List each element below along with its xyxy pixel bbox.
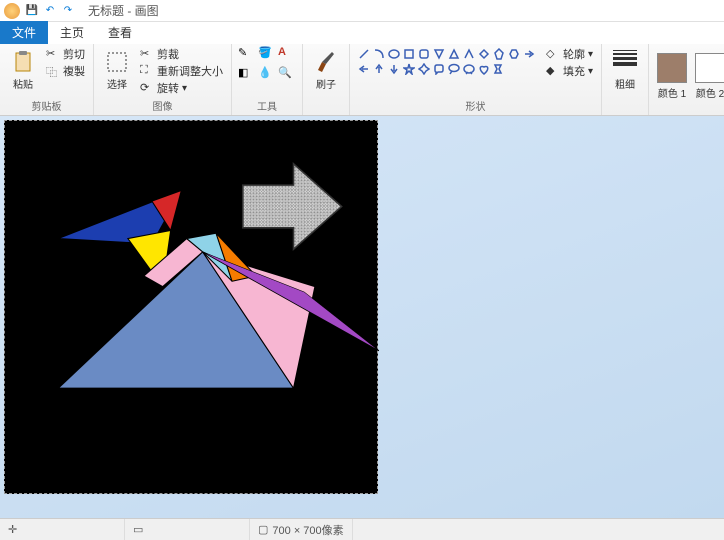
pencil-tool-icon[interactable]: ✎ [238, 46, 256, 64]
group-label-shapes: 形状 [466, 96, 486, 113]
cut-button[interactable]: ✂剪切 [44, 46, 87, 62]
ribbon-tabs: 文件 主页 查看 [0, 22, 724, 44]
group-label-clipboard: 剪贴板 [32, 96, 62, 113]
redo-icon[interactable]: ↷ [60, 3, 76, 19]
text-tool-icon[interactable]: A [278, 46, 296, 64]
select-button[interactable]: 选择 [100, 46, 134, 91]
selection-icon: ▭ [133, 523, 143, 536]
app-icon [4, 3, 20, 19]
save-icon[interactable]: 💾 [24, 3, 40, 19]
undo-icon[interactable]: ↶ [42, 3, 58, 19]
drawing-content [5, 121, 379, 495]
group-shapes: ◇轮廓▾ ◆填充▾ 形状 [350, 44, 602, 115]
rotate-button[interactable]: ⟳旋转▾ [138, 80, 225, 96]
group-image: 选择 ✂剪裁 ⛶重新调整大小 ⟳旋转▾ 图像 [94, 44, 232, 115]
group-clipboard: 粘贴 ✂剪切 ⿻複製 剪贴板 [0, 44, 94, 115]
size-button[interactable]: 粗细 [608, 46, 642, 91]
group-colors: 颜色 1 颜色 2 编辑颜色 💎 使用画图 3D 进行编辑 i 产品提醒 颜色 [649, 44, 724, 115]
paste-button[interactable]: 粘贴 [6, 46, 40, 91]
shape-outline-button[interactable]: ◇轮廓▾ [544, 46, 595, 62]
color1-button[interactable]: 颜色 1 [655, 49, 689, 100]
group-label-tools: 工具 [257, 96, 277, 113]
group-label-image: 图像 [153, 96, 173, 113]
ribbon: 粘贴 ✂剪切 ⿻複製 剪贴板 选择 ✂剪裁 ⛶重新调整大小 ⟳旋转▾ 图像 [0, 44, 724, 116]
picker-tool-icon[interactable]: 💧 [258, 66, 276, 84]
status-canvas-size: ▢700 × 700像素 [250, 519, 353, 540]
group-size: 粗细 [602, 44, 649, 115]
eraser-tool-icon[interactable]: ◧ [238, 66, 256, 84]
zoom-tool-icon[interactable]: 🔍 [278, 66, 296, 84]
group-tools: ✎ 🪣 A ◧ 💧 🔍 工具 [232, 44, 303, 115]
title-bar: 💾 ↶ ↷ 无标题 - 画图 [0, 0, 724, 22]
color2-swatch [695, 53, 724, 83]
dims-icon: ▢ [258, 523, 268, 536]
fill-tool-icon[interactable]: 🪣 [258, 46, 276, 64]
crosshair-icon: ✛ [8, 523, 17, 536]
brushes-button[interactable]: 刷子 [309, 46, 343, 91]
tab-file[interactable]: 文件 [0, 21, 48, 44]
canvas[interactable] [4, 120, 378, 494]
copy-button[interactable]: ⿻複製 [44, 63, 87, 79]
crop-button[interactable]: ✂剪裁 [138, 46, 225, 62]
shape-fill-button[interactable]: ◆填充▾ [544, 63, 595, 79]
resize-button[interactable]: ⛶重新调整大小 [138, 63, 225, 79]
tab-home[interactable]: 主页 [48, 21, 96, 44]
status-bar: ✛ ▭ ▢700 × 700像素 [0, 518, 724, 540]
window-title: 无标题 - 画图 [88, 2, 159, 19]
shapes-gallery[interactable] [356, 46, 536, 91]
quick-access-toolbar: 💾 ↶ ↷ [24, 3, 76, 19]
group-brushes: 刷子 [303, 44, 350, 115]
status-selection-size: ▭ [125, 519, 250, 540]
color1-swatch [657, 53, 687, 83]
color2-button[interactable]: 颜色 2 [693, 49, 724, 100]
tab-view[interactable]: 查看 [96, 21, 144, 44]
canvas-area[interactable] [0, 116, 724, 518]
status-cursor-pos: ✛ [0, 519, 125, 540]
